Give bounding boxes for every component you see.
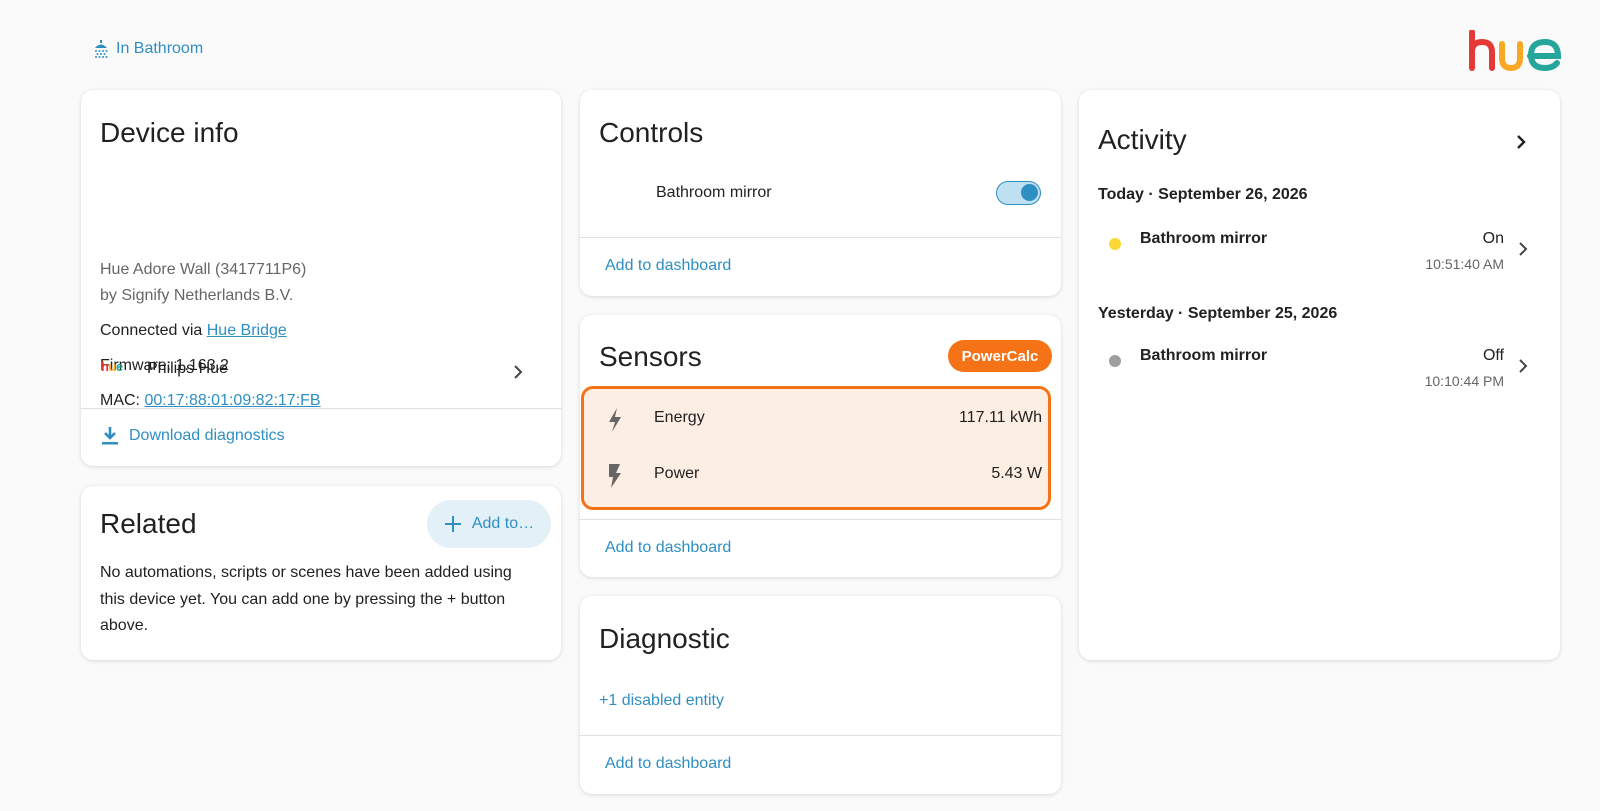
related-empty-message: No automations, scripts or scenes have b… xyxy=(100,564,512,634)
connected-via-line: Connected via Hue Bridge xyxy=(100,318,287,344)
activity-card: Activity Today · September 26, 2026 Bath… xyxy=(1079,90,1560,660)
chevron-right-icon xyxy=(1519,359,1528,373)
add-to-label[interactable]: Add to… xyxy=(472,515,534,533)
sensors-card: Sensors PowerCalc Energy 117.11 kWh Powe… xyxy=(580,315,1061,577)
sensor-value: 117.11 kWh xyxy=(958,409,1042,426)
activity-time: 10:10:44 PM xyxy=(1424,373,1504,389)
chevron-right-icon[interactable] xyxy=(1516,134,1526,150)
integration-name: Philips Hue xyxy=(147,360,228,377)
divider xyxy=(580,519,1061,520)
divider xyxy=(580,237,1061,238)
sensor-name: Power xyxy=(654,465,700,482)
device-model: Hue Adore Wall (3417711P6) xyxy=(100,261,307,278)
diagnostic-title: Diagnostic xyxy=(599,623,730,654)
device-info-card: Device info Hue Adore Wall (3417711P6) b… xyxy=(81,90,561,466)
activity-entry[interactable]: Bathroom mirror Off 10:10:44 PM xyxy=(1079,343,1560,403)
add-to-button[interactable]: Add to… xyxy=(427,500,551,548)
activity-title: Activity xyxy=(1098,124,1187,155)
sensors-title: Sensors xyxy=(599,341,702,372)
integration-row[interactable]: hue Philips Hue xyxy=(81,345,561,399)
hue-logo xyxy=(1469,30,1562,72)
device-info-title: Device info xyxy=(100,117,239,148)
related-card: Related Add to… No automations, scripts … xyxy=(81,486,561,660)
disabled-entity-link[interactable]: +1 disabled entity xyxy=(599,692,724,710)
area-breadcrumb-link[interactable]: In Bathroom xyxy=(93,40,203,58)
toggle-knob xyxy=(1021,184,1038,201)
controls-add-to-dashboard-button[interactable]: Add to dashboard xyxy=(605,257,731,275)
activity-entity-name: Bathroom mirror xyxy=(1140,347,1268,364)
activity-date-yesterday: Yesterday · September 25, 2026 xyxy=(1098,305,1338,322)
controls-card: Controls Bathroom mirror Add to dashboar… xyxy=(580,90,1061,296)
diagnostic-add-to-dashboard-button[interactable]: Add to dashboard xyxy=(605,755,731,773)
hue-bridge-link[interactable]: Hue Bridge xyxy=(207,322,287,339)
activity-date-today: Today · September 26, 2026 xyxy=(1098,186,1308,203)
related-title: Related xyxy=(100,508,197,539)
connected-via-label: Connected via xyxy=(100,322,203,339)
bathroom-mirror-toggle[interactable] xyxy=(996,181,1041,205)
sensor-row-energy[interactable]: Energy 117.11 kWh xyxy=(584,394,1048,444)
sensors-add-to-dashboard-button[interactable]: Add to dashboard xyxy=(605,539,731,557)
chevron-right-icon xyxy=(1519,242,1528,256)
sensor-row-power[interactable]: Power 5.43 W xyxy=(584,450,1048,500)
activity-state: On xyxy=(1482,230,1504,247)
lightning-bolt-icon xyxy=(609,408,621,432)
powercalc-badge: PowerCalc xyxy=(948,340,1052,372)
download-diagnostics-button[interactable]: Download diagnostics xyxy=(101,426,285,446)
device-manufacturer: by Signify Netherlands B.V. xyxy=(100,287,294,304)
download-diagnostics-label[interactable]: Download diagnostics xyxy=(129,427,285,445)
activity-entry[interactable]: Bathroom mirror On 10:51:40 AM xyxy=(1079,226,1560,286)
divider xyxy=(81,408,561,409)
sensor-name: Energy xyxy=(654,409,705,426)
chevron-right-icon xyxy=(514,365,523,379)
activity-entity-name: Bathroom mirror xyxy=(1140,230,1268,247)
activity-state: Off xyxy=(1482,347,1504,364)
device-page: In Bathroom Device info Hue Adore Wall (… xyxy=(0,0,1600,811)
state-dot xyxy=(1109,238,1121,250)
powercalc-sensor-group: Energy 117.11 kWh Power 5.43 W xyxy=(581,386,1051,510)
shower-icon xyxy=(95,40,108,58)
diagnostic-card: Diagnostic +1 disabled entity Add to das… xyxy=(580,596,1061,794)
activity-time: 10:51:40 AM xyxy=(1425,256,1504,272)
philips-hue-logo: hue xyxy=(101,359,123,374)
area-label[interactable]: In Bathroom xyxy=(116,40,203,58)
controls-title: Controls xyxy=(599,117,704,148)
flash-icon xyxy=(609,464,621,488)
plus-icon xyxy=(444,516,461,532)
sensor-value: 5.43 W xyxy=(991,465,1042,482)
download-icon xyxy=(102,427,118,445)
bathroom-mirror-entity[interactable]: Bathroom mirror xyxy=(656,184,772,202)
divider xyxy=(580,735,1061,736)
state-dot xyxy=(1109,355,1121,367)
